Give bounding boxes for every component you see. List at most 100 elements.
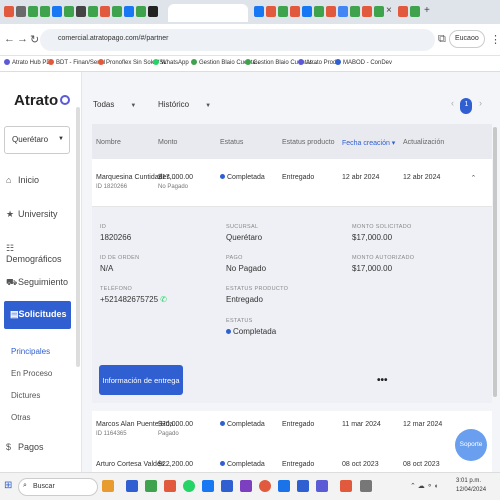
tab-favicon-icon[interactable] xyxy=(124,6,134,17)
tab-favicon-icon[interactable] xyxy=(410,6,420,17)
app-icon[interactable] xyxy=(316,480,328,492)
tab-favicon-icon[interactable] xyxy=(398,6,408,17)
bookmark-item[interactable]: Atrato Prod xyxy=(298,59,336,66)
current-page[interactable]: 1 xyxy=(460,98,473,114)
tab-favicon-icon[interactable] xyxy=(100,6,110,17)
tab-favicon-icon[interactable] xyxy=(40,6,50,17)
detail-telefono-label: TELÉFONO xyxy=(100,286,133,292)
sub-item-dictures[interactable]: Dictures xyxy=(11,391,40,400)
sub-item-principales[interactable]: Principales xyxy=(11,347,50,356)
tab-favicon-icon[interactable] xyxy=(4,6,14,17)
status-dot-icon xyxy=(220,461,225,466)
sub-item-en-proceso[interactable]: En Proceso xyxy=(11,369,52,378)
next-page-icon[interactable]: › xyxy=(479,98,482,108)
city-select[interactable]: Querétaro ▼ xyxy=(4,126,70,154)
sub-item-otras[interactable]: Otras xyxy=(11,413,31,422)
tab-favicon-icon[interactable] xyxy=(266,6,276,17)
tab-favicon-icon[interactable] xyxy=(52,6,62,17)
column-header[interactable]: Monto xyxy=(158,139,177,146)
support-button[interactable]: Soporte xyxy=(455,429,487,461)
menu-icon[interactable]: ⋮ xyxy=(490,33,500,46)
app-icon[interactable] xyxy=(164,480,176,492)
atrato-logo[interactable]: Atrato xyxy=(14,92,71,109)
tab-favicon-icon[interactable] xyxy=(290,6,300,17)
app-icon[interactable] xyxy=(145,480,157,492)
bookmark-item[interactable]: Atrato Hub PD xyxy=(4,59,51,66)
app-icon[interactable] xyxy=(102,480,114,492)
system-tray-icons[interactable]: ⌃ ☁ ⚬ ◐ xyxy=(410,482,439,490)
column-header[interactable]: Nombre xyxy=(96,139,121,146)
profile-button[interactable]: Eucaoo xyxy=(449,30,485,48)
more-options-icon[interactable]: ••• xyxy=(377,375,388,386)
tab-favicon-icon[interactable] xyxy=(374,6,384,17)
bookmark-item[interactable]: BDT - Finan/Serial xyxy=(48,59,105,66)
sidebar-item-seguimiento[interactable]: ⛟Seguimiento xyxy=(6,277,70,295)
app-icon[interactable] xyxy=(202,480,214,492)
windows-start-icon[interactable]: ⊞ xyxy=(4,480,12,491)
sidebar-item-demograficos[interactable]: ☷Demográficos xyxy=(6,243,70,264)
sidebar-item-solicitudes[interactable]: ▤Solicitudes xyxy=(4,301,71,329)
forward-icon[interactable]: → xyxy=(17,33,28,45)
new-tab-icon[interactable]: + xyxy=(424,5,430,16)
table-row[interactable]: Marquesina Cuntidades... ID 1820266 $17,… xyxy=(92,159,492,207)
tab-favicon-icon[interactable] xyxy=(88,6,98,17)
tab-favicon-icon[interactable] xyxy=(254,6,264,17)
tab-favicon-icon[interactable] xyxy=(338,6,348,17)
sidebar: Atrato Querétaro ▼ ⌂ Inicio ★ University ☷… xyxy=(0,72,82,472)
reload-icon[interactable]: ↻ xyxy=(30,33,39,46)
tab-favicon-icon[interactable] xyxy=(350,6,360,17)
tab-favicon-icon[interactable] xyxy=(278,6,288,17)
tab-favicon-icon[interactable] xyxy=(76,6,86,17)
main-scrollbar[interactable] xyxy=(493,127,497,397)
bookmark-item[interactable]: WhatsApp xyxy=(153,59,189,66)
column-header[interactable]: Estatus producto xyxy=(282,139,335,146)
sidebar-scrollbar[interactable] xyxy=(76,107,80,367)
whatsapp-icon: ✆ xyxy=(160,295,167,304)
sidebar-item-university[interactable]: ★ University xyxy=(6,209,70,227)
taskbar-search[interactable]: ⌕ Buscar xyxy=(18,478,98,496)
row-amount: $17,000.00 xyxy=(158,174,194,181)
active-tab[interactable] xyxy=(168,4,248,22)
tab-favicon-icon[interactable] xyxy=(148,6,158,17)
app-icon[interactable] xyxy=(297,480,309,492)
url-field[interactable]: comercial.atratopago.com/#/partner xyxy=(40,29,435,51)
app-icon[interactable] xyxy=(278,480,290,492)
back-icon[interactable]: ← xyxy=(4,33,15,45)
app-icon[interactable] xyxy=(126,480,138,492)
table-row[interactable]: Marcos Alan Puente Hda.. ID 1164365 $20,… xyxy=(92,411,492,459)
chevron-down-icon: ▼ xyxy=(58,136,64,142)
chart-icon: ☷ xyxy=(6,243,15,253)
prev-page-icon[interactable]: ‹ xyxy=(451,98,454,108)
sidebar-item-inicio[interactable]: ⌂ Inicio xyxy=(6,175,70,193)
tab-favicon-icon[interactable] xyxy=(326,6,336,17)
detail-estatus-producto-value: Entregado xyxy=(226,295,263,304)
tab-favicon-icon[interactable] xyxy=(112,6,122,17)
app-icon[interactable] xyxy=(340,480,352,492)
bookmark-item[interactable]: MABOD - ConDev xyxy=(335,59,392,66)
tab-favicon-icon[interactable] xyxy=(314,6,324,17)
tab-favicon-icon[interactable] xyxy=(64,6,74,17)
chevron-up-icon[interactable]: ˆ xyxy=(472,174,475,184)
app-icon[interactable] xyxy=(360,480,372,492)
detail-pago-value: No Pagado xyxy=(226,264,267,273)
column-header[interactable]: Actualización xyxy=(403,139,444,146)
home-icon: ⌂ xyxy=(6,175,12,185)
filter-historico-select[interactable]: Histórico ▼ xyxy=(158,100,211,109)
tab-favicon-icon[interactable] xyxy=(16,6,26,17)
column-header[interactable]: Estatus xyxy=(220,139,243,146)
column-header-sorted[interactable]: Fecha creación ▾ xyxy=(342,139,395,147)
app-icon[interactable] xyxy=(240,480,252,492)
app-icon[interactable] xyxy=(259,480,271,492)
clock[interactable]: 3:01 p.m. 12/04/2024 xyxy=(456,477,486,495)
delivery-info-button[interactable]: Información de entrega xyxy=(99,365,183,395)
filter-todas-select[interactable]: Todas ▼ xyxy=(93,100,136,109)
tab-favicon-icon[interactable] xyxy=(28,6,38,17)
app-icon[interactable] xyxy=(221,480,233,492)
tab-favicon-icon[interactable] xyxy=(136,6,146,17)
tab-favicon-icon[interactable] xyxy=(362,6,372,17)
whatsapp-icon[interactable] xyxy=(183,480,195,492)
close-tab-icon[interactable]: × xyxy=(386,5,392,16)
tab-favicon-icon[interactable] xyxy=(302,6,312,17)
sidebar-item-pagos[interactable]: $ Pagos xyxy=(6,442,70,460)
extensions-icon[interactable]: ⧉ xyxy=(438,33,446,46)
